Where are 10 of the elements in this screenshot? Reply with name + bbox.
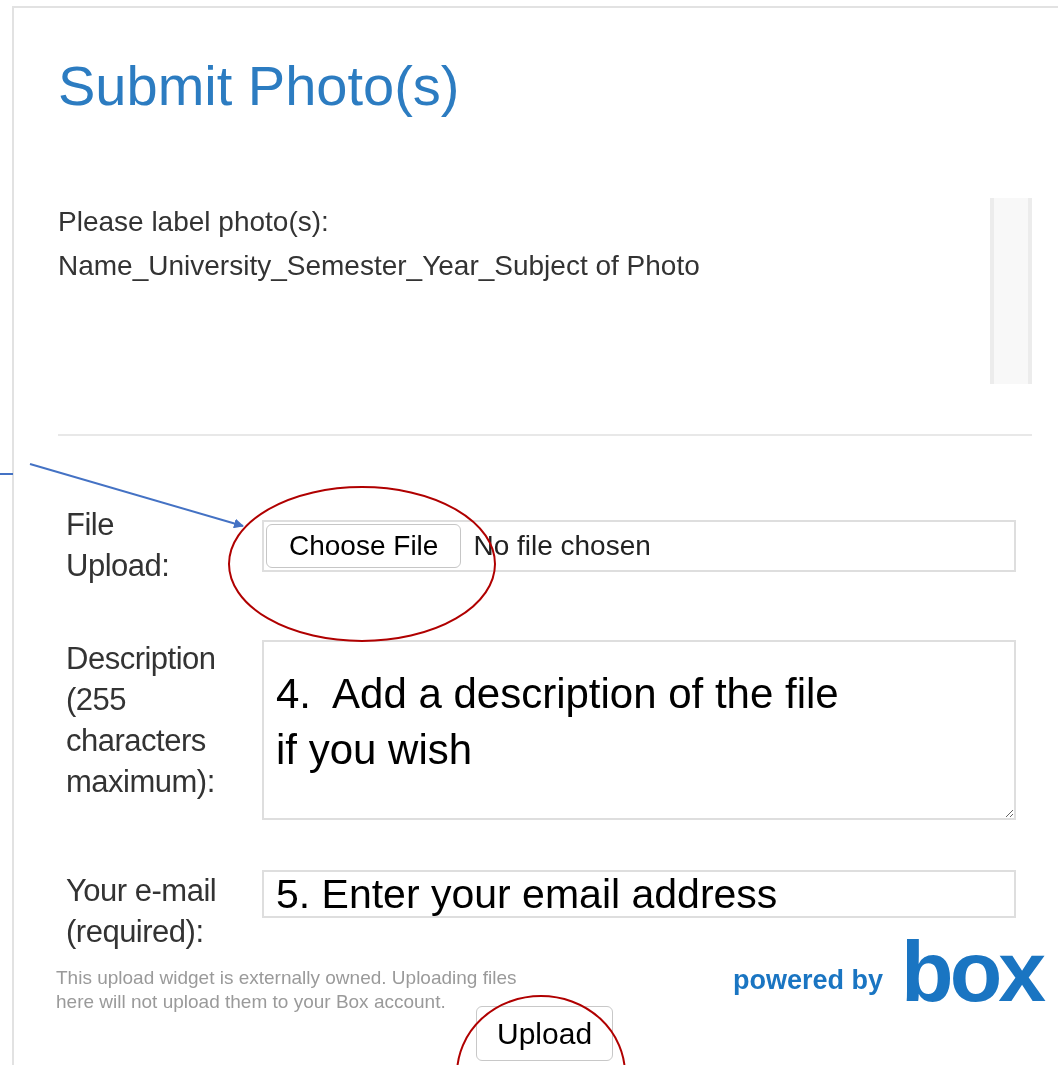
instruction-text: Name_University_Semester_Year_Subject of Photo — [58, 249, 701, 283]
box-logo: powered by box — [733, 936, 1042, 1006]
field-label: Description (255 characters maximum): — [66, 640, 217, 801]
field-label: Your e-mail (required): — [66, 872, 218, 951]
choose-file-button[interactable]: Choose File — [266, 524, 462, 568]
field-label: File Upload: — [66, 506, 171, 585]
description-field[interactable]: 4. Add a description of the file if you wish — [262, 640, 1016, 820]
upload-button[interactable]: Upload — [476, 1006, 614, 1061]
email-field[interactable]: 5. Enter your email address — [262, 870, 1016, 918]
instruction-text: Please label photo(s): — [58, 205, 330, 239]
